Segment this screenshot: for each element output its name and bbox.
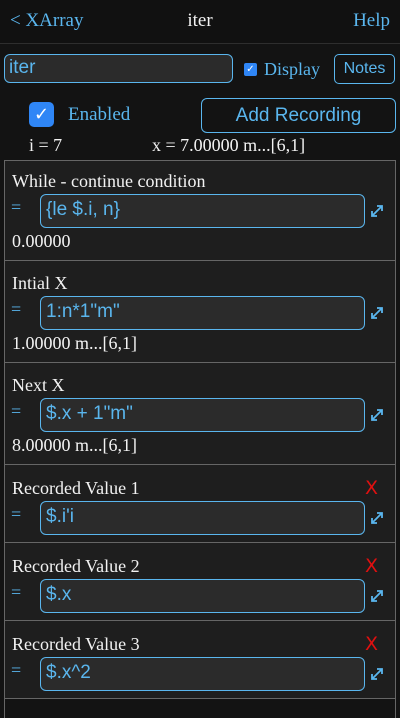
equals-sign: = <box>11 660 22 680</box>
equals-sign: = <box>11 504 22 524</box>
equals-sign: = <box>11 299 22 319</box>
help-button[interactable]: Help <box>353 10 390 32</box>
next-x-section: Next X = $.x + 1"m" 8.00000 m...[6,1] <box>5 363 395 465</box>
initial-x-expression-input[interactable]: 1:n*1"m" <box>40 296 365 330</box>
while-section: While - continue condition = {le $.i, n}… <box>5 161 395 261</box>
equals-sign: = <box>11 582 22 602</box>
expand-icon[interactable] <box>370 511 384 525</box>
expand-icon[interactable] <box>370 204 384 218</box>
section-title: Recorded Value 2 <box>12 556 140 576</box>
add-recording-button[interactable]: Add Recording <box>201 98 396 133</box>
recorded-value-3-section: Recorded Value 3 X = $.x^2 <box>5 621 395 699</box>
delete-recording-button[interactable]: X <box>365 633 378 655</box>
next-x-expression-input[interactable]: $.x + 1"m" <box>40 398 365 432</box>
next-x-result: 8.00000 m...[6,1] <box>12 435 137 455</box>
delete-recording-button[interactable]: X <box>365 555 378 577</box>
initial-x-result: 1.00000 m...[6,1] <box>12 333 137 353</box>
enabled-label: Enabled <box>68 104 131 125</box>
checkmark-icon: ✓ <box>33 104 50 125</box>
enabled-checkbox[interactable]: ✓ <box>29 102 54 127</box>
section-title: Recorded Value 3 <box>12 634 140 654</box>
while-result: 0.00000 <box>12 231 71 251</box>
name-input[interactable]: iter <box>4 54 233 83</box>
notes-button[interactable]: Notes <box>334 54 395 84</box>
section-title: Recorded Value 1 <box>12 478 140 498</box>
navigation-bar: < XArray iter Help <box>0 0 400 44</box>
page-title: iter <box>187 10 213 31</box>
expand-icon[interactable] <box>370 306 384 320</box>
equals-sign: = <box>11 401 22 421</box>
recorded-value-1-input[interactable]: $.i'i <box>40 501 365 535</box>
expand-icon[interactable] <box>370 667 384 681</box>
equals-sign: = <box>11 197 22 217</box>
section-title: Next X <box>12 375 65 395</box>
recorded-value-3-input[interactable]: $.x^2 <box>40 657 365 691</box>
display-label: Display <box>264 59 320 79</box>
checkmark-icon: ✓ <box>246 64 255 75</box>
recorded-value-1-section: Recorded Value 1 X = $.i'i <box>5 465 395 543</box>
recorded-value-2-section: Recorded Value 2 X = $.x <box>5 543 395 621</box>
expand-icon[interactable] <box>370 589 384 603</box>
recorded-value-2-input[interactable]: $.x <box>40 579 365 613</box>
display-checkbox[interactable]: ✓ <box>244 63 257 76</box>
delete-recording-button[interactable]: X <box>365 477 378 499</box>
section-title: Intial X <box>12 273 68 293</box>
initial-x-section: Intial X = 1:n*1"m" 1.00000 m...[6,1] <box>5 261 395 363</box>
x-status: x = 7.00000 m...[6,1] <box>152 135 306 155</box>
section-title: While - continue condition <box>12 171 206 191</box>
expand-icon[interactable] <box>370 408 384 422</box>
while-expression-input[interactable]: {le $.i, n} <box>40 194 365 228</box>
sections-list: While - continue condition = {le $.i, n}… <box>4 160 396 718</box>
i-status: i = 7 <box>29 135 63 155</box>
